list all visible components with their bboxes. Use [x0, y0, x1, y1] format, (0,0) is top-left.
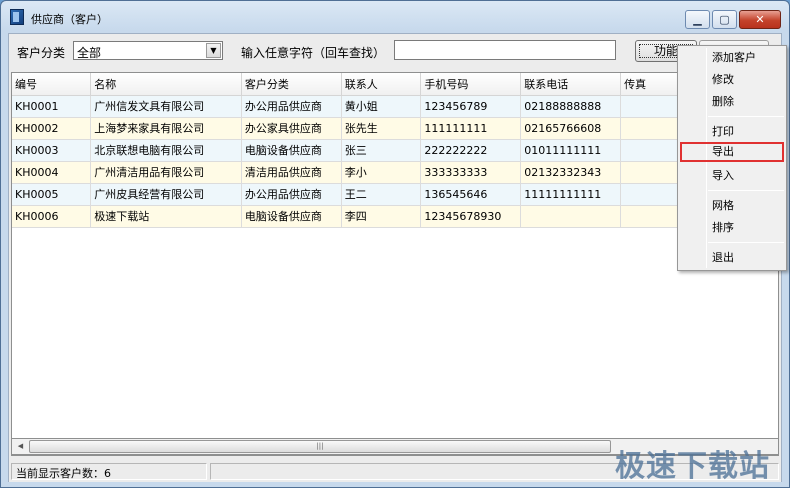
column-header-code[interactable]: 编号 — [12, 73, 92, 96]
table-cell[interactable]: 广州清洁用品有限公司 — [90, 161, 242, 184]
menu-separator — [708, 116, 784, 117]
menu-separator — [708, 242, 784, 243]
chevron-down-icon[interactable]: ▼ — [206, 43, 221, 58]
table-cell[interactable]: KH0004 — [12, 161, 92, 184]
context-menu: 添加客户 修改 删除 打印 导出 导入 网格 排序 退出 — [677, 45, 787, 271]
table-cell[interactable]: 黄小姐 — [341, 95, 422, 118]
menu-item-edit[interactable]: 修改 — [680, 70, 784, 90]
table-cell[interactable]: 广州信发文具有限公司 — [90, 95, 242, 118]
status-count-cell: 当前显示客户数：6 — [11, 463, 207, 480]
close-icon: ✕ — [755, 13, 765, 26]
table-cell[interactable]: 123456789 — [420, 95, 522, 118]
table-cell[interactable]: 电脑设备供应商 — [241, 139, 342, 162]
table-cell[interactable]: 11111111111 — [520, 183, 622, 206]
maximize-button[interactable]: ▢ — [712, 10, 737, 29]
table-row[interactable]: KH0004 广州清洁用品有限公司 清洁用品供应商 李小 333333333 0… — [12, 161, 778, 184]
maximize-icon: ▢ — [719, 13, 730, 26]
column-header-contact[interactable]: 联系人 — [341, 73, 422, 96]
table-cell[interactable]: 办公家具供应商 — [241, 117, 342, 140]
column-header-phone[interactable]: 联系电话 — [520, 73, 622, 96]
table-cell[interactable]: 北京联想电脑有限公司 — [90, 139, 242, 162]
table-cell[interactable]: 清洁用品供应商 — [241, 161, 342, 184]
table-row[interactable]: KH0002 上海梦来家具有限公司 办公家具供应商 张先生 111111111 … — [12, 117, 778, 140]
table-cell[interactable]: KH0001 — [12, 95, 92, 118]
app-window: 供应商（客户） ▁ ▢ ✕ 客户分类 全部 ▼ 输入任意字符（回车查找） 功能 — [0, 0, 790, 488]
table-cell[interactable]: KH0003 — [12, 139, 92, 162]
search-label: 输入任意字符（回车查找） — [241, 46, 386, 60]
menu-separator — [708, 190, 784, 191]
table-cell[interactable]: 02132332343 — [520, 161, 622, 184]
table-row[interactable]: KH0001 广州信发文具有限公司 办公用品供应商 黄小姐 123456789 … — [12, 95, 778, 118]
data-grid[interactable]: 编号 名称 客户分类 联系人 手机号码 联系电话 传真 KH0001 广州信发文… — [11, 72, 779, 456]
table-cell[interactable]: 极速下载站 — [90, 205, 242, 228]
category-select[interactable]: 全部 ▼ — [73, 41, 223, 60]
table-cell[interactable]: 上海梦来家具有限公司 — [90, 117, 242, 140]
table-cell[interactable]: 张三 — [341, 139, 422, 162]
menu-item-import[interactable]: 导入 — [680, 166, 784, 186]
app-icon — [10, 9, 24, 25]
table-cell[interactable]: 12345678930 — [420, 205, 522, 228]
menu-item-delete[interactable]: 删除 — [680, 92, 784, 112]
table-cell[interactable]: 广州皮具经营有限公司 — [90, 183, 242, 206]
table-row[interactable]: KH0005 广州皮具经营有限公司 办公用品供应商 王二 136545646 1… — [12, 183, 778, 206]
window-title: 供应商（客户） — [31, 13, 108, 26]
category-select-value: 全部 — [77, 46, 102, 60]
table-cell[interactable]: KH0005 — [12, 183, 92, 206]
table-cell[interactable]: 办公用品供应商 — [241, 183, 342, 206]
table-cell[interactable]: 02165766608 — [520, 117, 622, 140]
table-cell[interactable]: 02188888888 — [520, 95, 622, 118]
table-row[interactable]: KH0003 北京联想电脑有限公司 电脑设备供应商 张三 222222222 0… — [12, 139, 778, 162]
column-header-name[interactable]: 名称 — [90, 73, 242, 96]
table-cell[interactable] — [520, 205, 622, 228]
table-cell[interactable]: 01011111111 — [520, 139, 622, 162]
arrow-left-icon[interactable]: ◀ — [13, 440, 28, 453]
table-cell[interactable]: KH0002 — [12, 117, 92, 140]
table-cell[interactable]: 电脑设备供应商 — [241, 205, 342, 228]
category-label: 客户分类 — [17, 46, 66, 60]
search-input[interactable] — [394, 40, 616, 60]
menu-item-print[interactable]: 打印 — [680, 122, 784, 142]
client-area: 客户分类 全部 ▼ 输入任意字符（回车查找） 功能 编号 名称 客户分类 联系人… — [8, 33, 782, 482]
table-cell[interactable]: 办公用品供应商 — [241, 95, 342, 118]
table-cell[interactable]: 李小 — [341, 161, 422, 184]
column-header-category[interactable]: 客户分类 — [241, 73, 342, 96]
window-controls: ▁ ▢ ✕ — [685, 10, 781, 29]
scrollbar-thumb[interactable]: ||| — [29, 440, 611, 453]
toolbar: 客户分类 全部 ▼ 输入任意字符（回车查找） 功能 — [9, 34, 781, 70]
table-cell[interactable]: 111111111 — [420, 117, 522, 140]
menu-item-add-customer[interactable]: 添加客户 — [680, 48, 784, 68]
minimize-button[interactable]: ▁ — [685, 10, 710, 29]
column-header-mobile[interactable]: 手机号码 — [420, 73, 522, 96]
close-button[interactable]: ✕ — [739, 10, 781, 29]
customer-count: 当前显示客户数：6 — [16, 467, 111, 480]
menu-item-exit[interactable]: 退出 — [680, 248, 784, 268]
menu-item-sort[interactable]: 排序 — [680, 218, 784, 238]
menu-item-export[interactable]: 导出 — [680, 142, 784, 162]
table-row[interactable]: KH0006 极速下载站 电脑设备供应商 李四 12345678930 — [12, 205, 778, 228]
table-header-row: 编号 名称 客户分类 联系人 手机号码 联系电话 传真 — [12, 73, 778, 96]
minimize-icon: ▁ — [693, 13, 702, 26]
table-cell[interactable]: 张先生 — [341, 117, 422, 140]
table-cell[interactable]: KH0006 — [12, 205, 92, 228]
menu-item-grid[interactable]: 网格 — [680, 196, 784, 216]
customer-table: 编号 名称 客户分类 联系人 手机号码 联系电话 传真 KH0001 广州信发文… — [12, 73, 778, 228]
table-cell[interactable]: 李四 — [341, 205, 422, 228]
title-bar[interactable]: 供应商（客户） ▁ ▢ ✕ — [1, 1, 789, 33]
table-cell[interactable]: 王二 — [341, 183, 422, 206]
table-cell[interactable]: 333333333 — [420, 161, 522, 184]
table-cell[interactable]: 222222222 — [420, 139, 522, 162]
watermark-logo: 极速下载站 — [615, 449, 770, 484]
table-cell[interactable]: 136545646 — [420, 183, 522, 206]
